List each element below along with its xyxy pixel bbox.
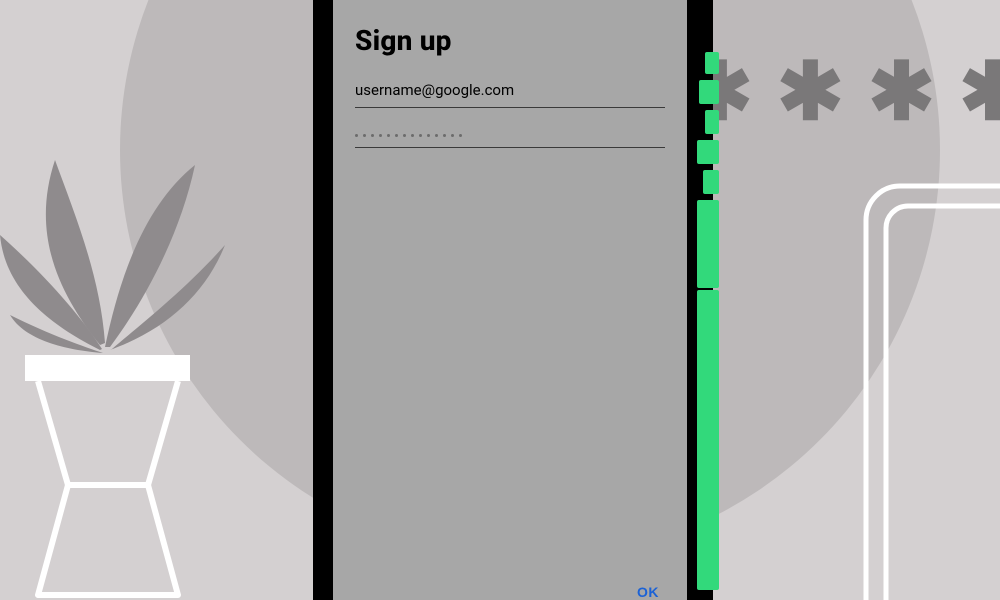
illustration-stage: ✱ ✱ ✱ ✱ Sign up OK	[0, 0, 1000, 600]
password-dot	[411, 134, 414, 137]
phone-side-accent	[697, 290, 719, 590]
password-dot	[419, 134, 422, 137]
action-row: OK	[355, 576, 665, 600]
phone-side-accent	[705, 110, 719, 134]
asterisk-icon: ✱	[959, 52, 1000, 132]
email-field[interactable]	[355, 75, 665, 108]
password-dot	[451, 134, 454, 137]
password-dot	[435, 134, 438, 137]
password-dot	[371, 134, 374, 137]
password-asterisks-illustration: ✱ ✱ ✱ ✱	[686, 52, 1000, 132]
phone-side-accent	[697, 140, 719, 164]
phone-side-accent	[697, 200, 719, 288]
primary-phone-mock: Sign up OK	[313, 0, 713, 600]
secondary-phone-outline	[860, 180, 1000, 600]
phone-screen: Sign up OK	[333, 0, 687, 600]
password-dot	[355, 134, 358, 137]
asterisk-icon: ✱	[868, 52, 939, 132]
password-dot	[395, 134, 398, 137]
page-title: Sign up	[355, 24, 665, 57]
password-field[interactable]	[355, 128, 665, 148]
phone-side-accent	[703, 170, 719, 194]
phone-side-accent	[699, 80, 719, 104]
plant-illustration	[0, 125, 250, 600]
password-dot	[459, 134, 462, 137]
asterisk-icon: ✱	[777, 52, 848, 132]
ok-button[interactable]: OK	[631, 576, 665, 600]
password-dot	[403, 134, 406, 137]
password-dot	[363, 134, 366, 137]
phone-side-accent	[705, 52, 719, 74]
spacer	[355, 168, 665, 576]
password-dot	[443, 134, 446, 137]
password-dot	[427, 134, 430, 137]
password-dot	[387, 134, 390, 137]
password-dot	[379, 134, 382, 137]
